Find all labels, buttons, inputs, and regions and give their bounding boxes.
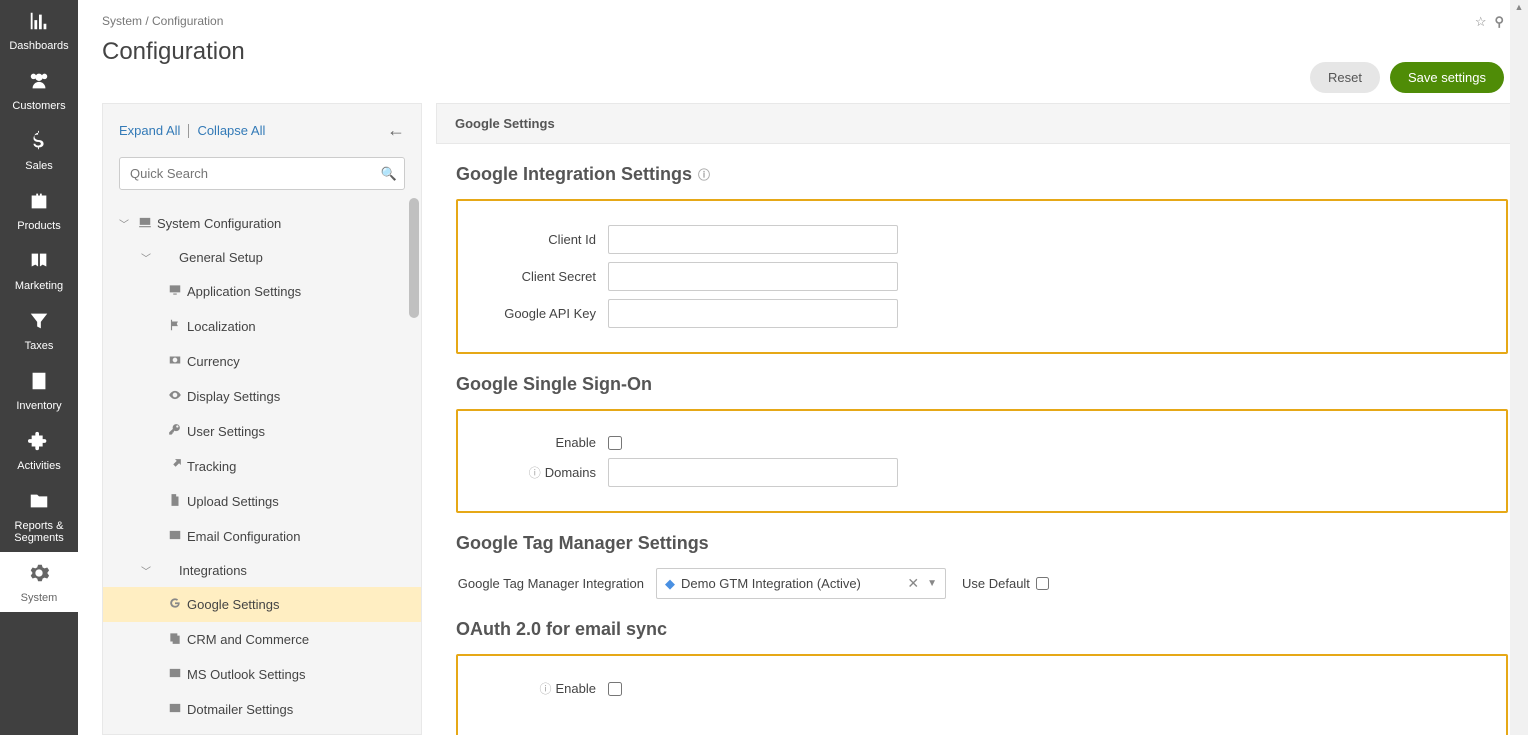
config-tree: ﹀System Configuration﹀General SetupAppli… <box>103 198 421 734</box>
domains-input[interactable] <box>608 458 898 487</box>
nav-dashboards[interactable]: Dashboards <box>0 0 78 60</box>
tree-dotmailer-settings[interactable]: Dotmailer Settings <box>103 692 421 727</box>
oauth-enable-checkbox[interactable] <box>608 682 622 696</box>
key-icon <box>163 423 187 440</box>
section-oauth: OAuth 2.0 for email sync <box>456 619 1508 640</box>
tree-ms-outlook-settings[interactable]: MS Outlook Settings <box>103 657 421 692</box>
section-google-integration: Google Integration Settingsⓘ <box>456 164 1508 185</box>
tree-localization[interactable]: Localization <box>103 309 421 344</box>
collapse-all-link[interactable]: Collapse All <box>197 123 265 138</box>
tree-crm-and-commerce[interactable]: CRM and Commerce <box>103 622 421 657</box>
use-default-checkbox[interactable] <box>1036 577 1049 590</box>
breadcrumb[interactable]: System / Configuration <box>102 14 1310 28</box>
config-sidebar: Expand All Collapse All ← 🔍 ﹀System Conf… <box>102 103 422 735</box>
label-client-id: Client Id <box>478 232 608 247</box>
google-integration-fieldset: Client Id Client Secret Google API Key <box>456 199 1508 354</box>
eye-icon <box>163 388 187 405</box>
top-header: System / Configuration Configuration ☆ ⚲… <box>78 0 1528 103</box>
chevron-down-icon[interactable]: ▼ <box>923 578 937 589</box>
tree-currency[interactable]: Currency <box>103 344 421 379</box>
folder-icon <box>2 490 76 516</box>
tree-system-configuration[interactable]: ﹀System Configuration <box>103 206 421 241</box>
users-icon <box>2 70 76 96</box>
nav-products[interactable]: Products <box>0 180 78 240</box>
section-sso: Google Single Sign-On <box>456 374 1508 395</box>
nav-inventory[interactable]: Inventory <box>0 360 78 420</box>
tree-general-setup[interactable]: ﹀General Setup <box>103 241 421 274</box>
gear-icon <box>2 562 76 588</box>
envelope-icon <box>163 701 187 718</box>
envelope-icon <box>163 666 187 683</box>
client-id-input[interactable] <box>608 225 898 254</box>
nav-system[interactable]: System <box>0 552 78 612</box>
tree-application-settings[interactable]: Application Settings <box>103 274 421 309</box>
tree-google-settings[interactable]: Google Settings <box>103 587 421 622</box>
nav-taxes[interactable]: Taxes <box>0 300 78 360</box>
label-oauth-enable: ⓘEnable <box>478 680 608 697</box>
tree-integrations[interactable]: ﹀Integrations <box>103 554 421 587</box>
building-icon <box>2 370 76 396</box>
label-client-secret: Client Secret <box>478 269 608 284</box>
label-gtm: Google Tag Manager Integration <box>456 576 656 591</box>
tree-display-settings[interactable]: Display Settings <box>103 379 421 414</box>
section-gtm: Google Tag Manager Settings <box>456 533 1508 554</box>
reset-button[interactable]: Reset <box>1310 62 1380 93</box>
sso-fieldset: Enable ⓘDomains <box>456 409 1508 513</box>
gtm-value: Demo GTM Integration (Active) <box>681 576 861 591</box>
content-crumb: Google Settings <box>436 103 1528 144</box>
label-domains: ⓘDomains <box>478 464 608 481</box>
star-icon[interactable]: ☆ <box>1475 14 1487 30</box>
tree-tracking[interactable]: Tracking <box>103 449 421 484</box>
dollar-icon <box>2 130 76 156</box>
money-icon <box>163 353 187 370</box>
puzzle-icon <box>2 430 76 456</box>
use-default-label: Use Default <box>962 576 1030 591</box>
sso-enable-checkbox[interactable] <box>608 436 622 450</box>
envelope-icon <box>163 528 187 545</box>
clear-icon[interactable]: ✕ <box>903 575 923 592</box>
page-title: Configuration <box>102 38 1310 66</box>
tree-upload-settings[interactable]: Upload Settings <box>103 484 421 519</box>
pin-icon[interactable]: ⚲ <box>1494 14 1504 30</box>
target-icon <box>163 458 187 475</box>
oauth-fieldset: ⓘEnable <box>456 654 1508 735</box>
google-icon <box>163 596 187 613</box>
info-icon[interactable]: ⓘ <box>529 464 541 481</box>
save-button[interactable]: Save settings <box>1390 62 1504 93</box>
diamond-icon: ◆ <box>665 576 675 592</box>
briefcase-icon <box>2 190 76 216</box>
expand-all-link[interactable]: Expand All <box>119 123 180 138</box>
left-nav: DashboardsCustomersSalesProductsMarketin… <box>0 0 78 735</box>
search-icon[interactable]: 🔍 <box>381 166 397 182</box>
tree-scrollbar[interactable] <box>409 198 419 318</box>
api-key-input[interactable] <box>608 299 898 328</box>
info-icon[interactable]: ⓘ <box>540 680 552 697</box>
nav-reports-segments[interactable]: Reports & Segments <box>0 480 78 552</box>
pages-icon <box>163 631 187 648</box>
label-api-key: Google API Key <box>478 306 608 321</box>
bar-chart-icon <box>2 10 76 36</box>
monitor-icon <box>163 283 187 300</box>
filter-icon <box>2 310 76 336</box>
flag-icon <box>163 318 187 335</box>
nav-customers[interactable]: Customers <box>0 60 78 120</box>
back-arrow-icon[interactable]: ← <box>387 120 405 141</box>
nav-marketing[interactable]: Marketing <box>0 240 78 300</box>
chevron-down-icon: ﹀ <box>141 563 155 578</box>
tree-email-configuration[interactable]: Email Configuration <box>103 519 421 554</box>
label-sso-enable: Enable <box>478 435 608 450</box>
nav-activities[interactable]: Activities <box>0 420 78 480</box>
info-icon[interactable]: ⓘ <box>698 166 710 183</box>
gtm-select[interactable]: ◆ Demo GTM Integration (Active) ✕ ▼ <box>656 568 946 599</box>
chevron-down-icon: ﹀ <box>119 216 133 231</box>
pc-icon <box>133 215 157 232</box>
client-secret-input[interactable] <box>608 262 898 291</box>
book-icon <box>2 250 76 276</box>
file-icon <box>163 493 187 510</box>
nav-sales[interactable]: Sales <box>0 120 78 180</box>
content-scrollbar[interactable]: ▲ <box>1510 103 1528 735</box>
quick-search-input[interactable] <box>119 157 405 190</box>
tree-user-settings[interactable]: User Settings <box>103 414 421 449</box>
chevron-down-icon: ﹀ <box>141 250 155 265</box>
